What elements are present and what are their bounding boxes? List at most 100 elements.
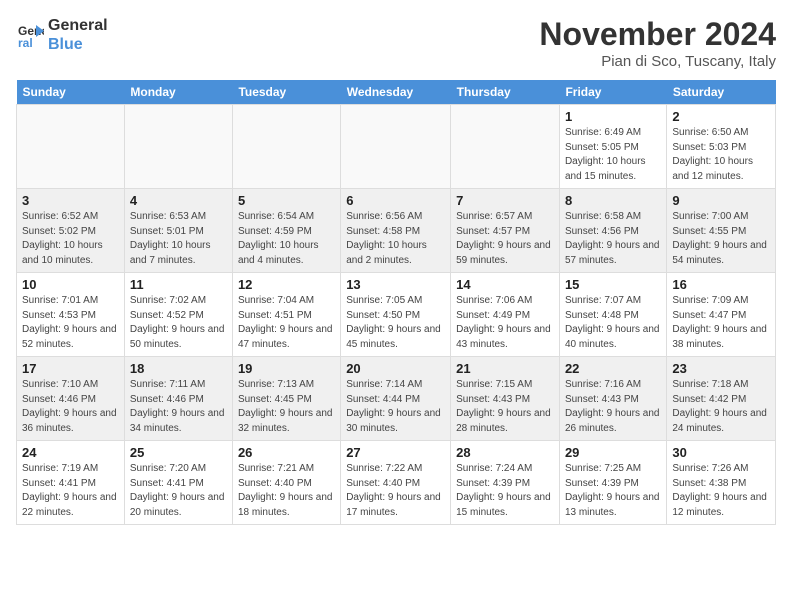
- day-number: 10: [22, 277, 119, 292]
- title-block: November 2024 Pian di Sco, Tuscany, Ital…: [539, 16, 776, 70]
- day-number: 20: [346, 361, 445, 376]
- svg-text:ral: ral: [18, 36, 33, 49]
- page-container: Gene ral General Blue November 2024 Pian…: [0, 0, 792, 535]
- day-cell: 9 Sunrise: 7:00 AM Sunset: 4:55 PM Daylig…: [667, 189, 776, 273]
- day-number: 14: [456, 277, 554, 292]
- day-cell: [341, 105, 451, 189]
- day-info: Sunrise: 7:11 AM Sunset: 4:46 PM Dayligh…: [130, 378, 227, 436]
- day-number: 13: [346, 277, 445, 292]
- logo: Gene ral General Blue: [16, 16, 108, 54]
- day-info: Sunrise: 7:19 AM Sunset: 4:41 PM Dayligh…: [22, 462, 119, 520]
- header-row: SundayMondayTuesdayWednesdayThursdayFrid…: [17, 80, 776, 105]
- location-subtitle: Pian di Sco, Tuscany, Italy: [539, 53, 776, 70]
- day-number: 8: [565, 193, 661, 208]
- day-info: Sunrise: 7:09 AM Sunset: 4:47 PM Dayligh…: [672, 294, 770, 352]
- day-info: Sunrise: 7:10 AM Sunset: 4:46 PM Dayligh…: [22, 378, 119, 436]
- day-info: Sunrise: 7:01 AM Sunset: 4:53 PM Dayligh…: [22, 294, 119, 352]
- day-cell: 28 Sunrise: 7:24 AM Sunset: 4:39 PM Dayli…: [451, 441, 560, 525]
- day-cell: [17, 105, 125, 189]
- day-cell: 13 Sunrise: 7:05 AM Sunset: 4:50 PM Dayli…: [341, 273, 451, 357]
- day-info: Sunrise: 7:04 AM Sunset: 4:51 PM Dayligh…: [238, 294, 335, 352]
- day-cell: [451, 105, 560, 189]
- day-cell: 6 Sunrise: 6:56 AM Sunset: 4:58 PM Daylig…: [341, 189, 451, 273]
- day-cell: 25 Sunrise: 7:20 AM Sunset: 4:41 PM Dayli…: [124, 441, 232, 525]
- day-number: 12: [238, 277, 335, 292]
- day-number: 23: [672, 361, 770, 376]
- day-number: 16: [672, 277, 770, 292]
- day-cell: 3 Sunrise: 6:52 AM Sunset: 5:02 PM Daylig…: [17, 189, 125, 273]
- day-number: 21: [456, 361, 554, 376]
- day-cell: 30 Sunrise: 7:26 AM Sunset: 4:38 PM Dayli…: [667, 441, 776, 525]
- day-number: 28: [456, 445, 554, 460]
- day-info: Sunrise: 6:50 AM Sunset: 5:03 PM Dayligh…: [672, 126, 770, 184]
- day-cell: 10 Sunrise: 7:01 AM Sunset: 4:53 PM Dayli…: [17, 273, 125, 357]
- day-number: 6: [346, 193, 445, 208]
- day-number: 27: [346, 445, 445, 460]
- day-number: 29: [565, 445, 661, 460]
- day-info: Sunrise: 6:54 AM Sunset: 4:59 PM Dayligh…: [238, 210, 335, 268]
- header: Gene ral General Blue November 2024 Pian…: [16, 16, 776, 70]
- day-number: 9: [672, 193, 770, 208]
- day-number: 19: [238, 361, 335, 376]
- logo-icon: Gene ral: [16, 21, 44, 49]
- day-info: Sunrise: 6:57 AM Sunset: 4:57 PM Dayligh…: [456, 210, 554, 268]
- day-number: 18: [130, 361, 227, 376]
- day-cell: 24 Sunrise: 7:19 AM Sunset: 4:41 PM Dayli…: [17, 441, 125, 525]
- header-thursday: Thursday: [451, 80, 560, 105]
- day-info: Sunrise: 7:22 AM Sunset: 4:40 PM Dayligh…: [346, 462, 445, 520]
- day-number: 5: [238, 193, 335, 208]
- header-sunday: Sunday: [17, 80, 125, 105]
- day-info: Sunrise: 6:58 AM Sunset: 4:56 PM Dayligh…: [565, 210, 661, 268]
- day-cell: 22Sunrise: 7:16 AM Sunset: 4:43 PM Dayli…: [559, 357, 666, 441]
- logo-text: General Blue: [48, 16, 108, 54]
- day-number: 30: [672, 445, 770, 460]
- day-number: 25: [130, 445, 227, 460]
- day-info: Sunrise: 7:05 AM Sunset: 4:50 PM Dayligh…: [346, 294, 445, 352]
- day-cell: 26Sunrise: 7:21 AM Sunset: 4:40 PM Dayli…: [232, 441, 340, 525]
- week-row-4: 17 Sunrise: 7:10 AM Sunset: 4:46 PM Dayli…: [17, 357, 776, 441]
- day-number: 24: [22, 445, 119, 460]
- day-info: Sunrise: 7:07 AM Sunset: 4:48 PM Dayligh…: [565, 294, 661, 352]
- month-title: November 2024: [539, 16, 776, 53]
- day-number: 4: [130, 193, 227, 208]
- day-cell: 17 Sunrise: 7:10 AM Sunset: 4:46 PM Dayli…: [17, 357, 125, 441]
- day-info: Sunrise: 6:49 AM Sunset: 5:05 PM Dayligh…: [565, 126, 661, 184]
- day-cell: 4 Sunrise: 6:53 AM Sunset: 5:01 PM Daylig…: [124, 189, 232, 273]
- day-number: 15: [565, 277, 661, 292]
- day-cell: [232, 105, 340, 189]
- day-info: Sunrise: 7:13 AM Sunset: 4:45 PM Dayligh…: [238, 378, 335, 436]
- day-cell: 1Sunrise: 6:49 AM Sunset: 5:05 PM Daylig…: [559, 105, 666, 189]
- day-info: Sunrise: 6:52 AM Sunset: 5:02 PM Dayligh…: [22, 210, 119, 268]
- header-wednesday: Wednesday: [341, 80, 451, 105]
- day-cell: 18 Sunrise: 7:11 AM Sunset: 4:46 PM Dayli…: [124, 357, 232, 441]
- day-info: Sunrise: 7:02 AM Sunset: 4:52 PM Dayligh…: [130, 294, 227, 352]
- header-monday: Monday: [124, 80, 232, 105]
- week-row-1: 1Sunrise: 6:49 AM Sunset: 5:05 PM Daylig…: [17, 105, 776, 189]
- day-info: Sunrise: 7:00 AM Sunset: 4:55 PM Dayligh…: [672, 210, 770, 268]
- calendar-table: SundayMondayTuesdayWednesdayThursdayFrid…: [16, 80, 776, 525]
- day-info: Sunrise: 6:56 AM Sunset: 4:58 PM Dayligh…: [346, 210, 445, 268]
- day-cell: 11 Sunrise: 7:02 AM Sunset: 4:52 PM Dayli…: [124, 273, 232, 357]
- day-cell: 29Sunrise: 7:25 AM Sunset: 4:39 PM Dayli…: [559, 441, 666, 525]
- day-info: Sunrise: 7:24 AM Sunset: 4:39 PM Dayligh…: [456, 462, 554, 520]
- day-number: 3: [22, 193, 119, 208]
- day-info: Sunrise: 7:18 AM Sunset: 4:42 PM Dayligh…: [672, 378, 770, 436]
- day-number: 11: [130, 277, 227, 292]
- day-cell: 2 Sunrise: 6:50 AM Sunset: 5:03 PM Daylig…: [667, 105, 776, 189]
- day-info: Sunrise: 6:53 AM Sunset: 5:01 PM Dayligh…: [130, 210, 227, 268]
- day-cell: 15 Sunrise: 7:07 AM Sunset: 4:48 PM Dayli…: [559, 273, 666, 357]
- header-saturday: Saturday: [667, 80, 776, 105]
- day-cell: 20Sunrise: 7:14 AM Sunset: 4:44 PM Dayli…: [341, 357, 451, 441]
- week-row-5: 24 Sunrise: 7:19 AM Sunset: 4:41 PM Dayli…: [17, 441, 776, 525]
- day-cell: 12 Sunrise: 7:04 AM Sunset: 4:51 PM Dayli…: [232, 273, 340, 357]
- day-info: Sunrise: 7:06 AM Sunset: 4:49 PM Dayligh…: [456, 294, 554, 352]
- day-number: 2: [672, 109, 770, 124]
- day-info: Sunrise: 7:20 AM Sunset: 4:41 PM Dayligh…: [130, 462, 227, 520]
- day-info: Sunrise: 7:16 AM Sunset: 4:43 PM Dayligh…: [565, 378, 661, 436]
- day-number: 17: [22, 361, 119, 376]
- day-info: Sunrise: 7:26 AM Sunset: 4:38 PM Dayligh…: [672, 462, 770, 520]
- day-cell: 8 Sunrise: 6:58 AM Sunset: 4:56 PM Daylig…: [559, 189, 666, 273]
- day-cell: 27 Sunrise: 7:22 AM Sunset: 4:40 PM Dayli…: [341, 441, 451, 525]
- day-cell: 16 Sunrise: 7:09 AM Sunset: 4:47 PM Dayli…: [667, 273, 776, 357]
- day-cell: 7Sunrise: 6:57 AM Sunset: 4:57 PM Daylig…: [451, 189, 560, 273]
